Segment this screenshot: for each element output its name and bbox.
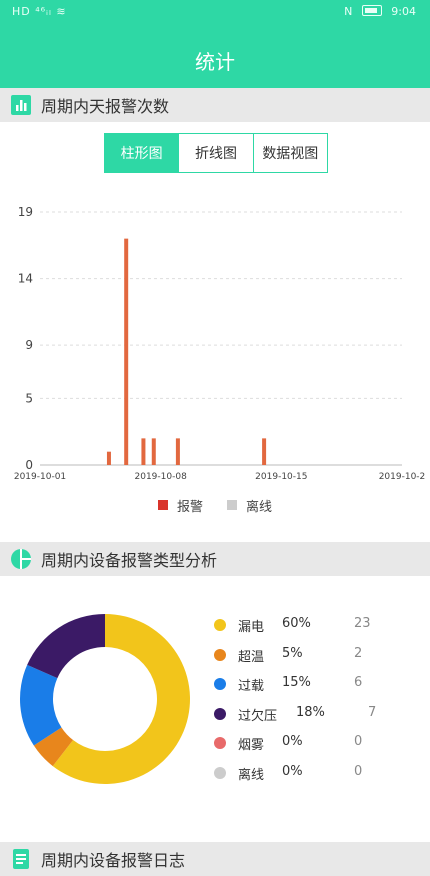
legend-dot [214, 766, 226, 779]
legend-count: 23 [354, 616, 371, 631]
x-tick-label: 2019-10-01 [14, 472, 66, 482]
legend-count: 0 [354, 734, 363, 749]
legend-dot [214, 707, 226, 720]
legend-dot [214, 648, 226, 661]
tab-data-view[interactable]: 数据视图 [252, 134, 327, 172]
pie-legend-row[interactable]: 过欠压 18% 7 [210, 703, 430, 733]
tab-line-chart[interactable]: 折线图 [178, 134, 252, 172]
legend-label: 离线 [246, 499, 273, 515]
alarm-bar [106, 451, 111, 465]
bar-chart-legend: 报警 离线 [0, 495, 430, 515]
legend-name: 漏电 [238, 620, 265, 635]
y-tick-label: 5 [25, 391, 33, 405]
y-tick-label: 9 [25, 338, 33, 352]
document-icon [10, 848, 32, 870]
alarm-bar [262, 438, 267, 465]
alarm-bar [151, 438, 156, 465]
pie-legend-row[interactable]: 超温 5% 2 [210, 644, 430, 674]
tab-bar-chart[interactable]: 柱形图 [105, 134, 179, 172]
legend-name: 烟雾 [238, 738, 265, 753]
legend-item-alarm[interactable]: 报警 [157, 496, 203, 515]
section-title: 周期内天报警次数 [41, 97, 170, 116]
legend-percent: 0% [282, 734, 303, 749]
legend-count: 6 [354, 675, 363, 690]
legend-count: 7 [368, 704, 377, 720]
battery-icon [361, 5, 382, 16]
pie-chart-icon [10, 548, 32, 570]
y-tick-label: 19 [18, 205, 33, 219]
bar-chart-icon [10, 94, 32, 116]
x-tick-label: 2019-10-2 [379, 472, 426, 482]
chart-view-tabs: 柱形图 折线图 数据视图 [104, 133, 328, 173]
section-alarm-log-header[interactable]: 周期内设备报警日志 [0, 842, 430, 876]
legend-count: 2 [354, 645, 363, 661]
legend-percent: 18% [296, 704, 325, 720]
legend-percent: 0% [282, 763, 303, 779]
section-title: 周期内设备报警日志 [41, 851, 186, 870]
alarm-type-donut-chart [19, 614, 191, 784]
section-alarm-type-header: 周期内设备报警类型分析 [0, 542, 430, 576]
legend-dot [214, 619, 226, 631]
y-tick-label: 14 [18, 272, 33, 286]
pie-legend-row[interactable]: 过载 15% 6 [210, 673, 430, 703]
alarm-bar [124, 238, 129, 465]
legend-percent: 60% [282, 616, 311, 631]
nfc-icon: N [344, 5, 353, 18]
legend-swatch-alarm [157, 500, 168, 510]
alarm-bar [175, 438, 180, 465]
status-right: N 9:04 [338, 5, 416, 18]
status-time: 9:04 [391, 5, 416, 18]
section-daily-alarms-header: 周期内天报警次数 [0, 88, 430, 122]
pie-legend: 漏电 60% 23 超温 5% 2 过载 15% 6 过欠压 18% 7 烟雾 … [210, 614, 430, 791]
alarm-bar [141, 438, 146, 465]
legend-name: 过载 [238, 679, 265, 694]
status-signal: HD ⁴⁶ᵢₗ ≋ [12, 5, 67, 18]
x-tick-label: 2019-10-15 [255, 472, 307, 482]
pie-legend-row[interactable]: 烟雾 0% 0 [210, 732, 430, 762]
legend-name: 离线 [238, 767, 265, 783]
legend-label: 报警 [176, 499, 203, 515]
legend-name: 过欠压 [238, 708, 278, 724]
legend-name: 超温 [238, 649, 265, 665]
legend-percent: 15% [282, 675, 311, 690]
section-title: 周期内设备报警类型分析 [41, 551, 218, 570]
legend-dot [214, 678, 226, 690]
legend-item-offline[interactable]: 离线 [227, 496, 272, 515]
legend-dot [214, 737, 226, 749]
donut-slice [27, 614, 105, 679]
legend-count: 0 [354, 763, 363, 779]
status-bar: HD ⁴⁶ᵢₗ ≋ N 9:04 [0, 0, 430, 26]
legend-percent: 5% [282, 645, 303, 661]
legend-swatch-offline [227, 500, 237, 510]
y-tick-label: 0 [25, 458, 33, 472]
pie-legend-row[interactable]: 离线 0% 0 [210, 762, 430, 792]
page-title: 统计 [195, 50, 235, 74]
alarm-count-bar-chart: 19 14 9 5 02019-10-01 2019-10-08 2019-10-15 201… [14, 205, 426, 482]
app-header: HD ⁴⁶ᵢₗ ≋ N 9:04 统计 [0, 0, 430, 88]
x-tick-label: 2019-10-08 [135, 472, 188, 482]
pie-legend-row[interactable]: 漏电 60% 23 [210, 614, 430, 644]
